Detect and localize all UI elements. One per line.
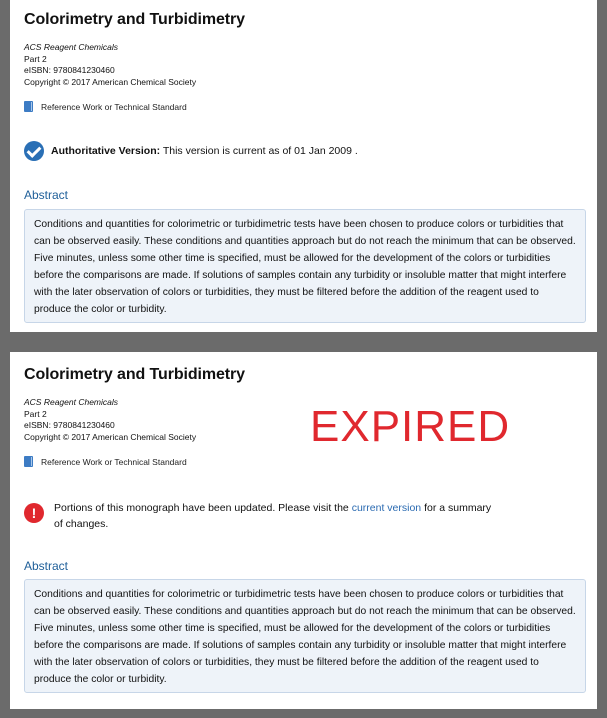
book-icon xyxy=(24,101,33,112)
abstract-text: Conditions and quantities for colorimetr… xyxy=(24,579,586,693)
record-metadata: ACS Reagent Chemicals Part 2 eISBN: 9780… xyxy=(24,397,196,443)
status-label: Authoritative Version: xyxy=(51,145,161,157)
record-metadata: ACS Reagent Chemicals Part 2 eISBN: 9780… xyxy=(24,42,196,88)
update-warning: ! Portions of this monograph have been u… xyxy=(24,500,494,532)
exclamation-circle-icon: ! xyxy=(24,503,44,523)
doc-type: Reference Work or Technical Standard xyxy=(24,101,187,112)
doc-type: Reference Work or Technical Standard xyxy=(24,456,187,467)
authoritative-status: Authoritative Version: This version is c… xyxy=(24,141,358,161)
bottom-record-panel: Colorimetry and Turbidimetry ACS Reagent… xyxy=(10,352,597,709)
page-title: Colorimetry and Turbidimetry xyxy=(24,11,245,28)
series-link[interactable]: ACS Reagent Chemicals xyxy=(24,42,196,54)
top-record-panel: Colorimetry and Turbidimetry ACS Reagent… xyxy=(10,0,597,332)
eisbn-label: eISBN: 9780841230460 xyxy=(24,420,115,430)
current-version-link[interactable]: current version xyxy=(352,502,421,514)
part-label: Part 2 xyxy=(24,53,47,64)
copyright-label: Copyright © 2017 American Chemical Socie… xyxy=(24,431,197,442)
status-text: Authoritative Version: This version is c… xyxy=(51,145,358,157)
warning-text: Portions of this monograph have been upd… xyxy=(54,500,494,532)
check-circle-icon xyxy=(24,141,44,161)
warning-before: Portions of this monograph have been upd… xyxy=(54,502,352,514)
copyright-label: Copyright © 2017 American Chemical Socie… xyxy=(24,76,197,87)
part-label: Part 2 xyxy=(24,408,47,419)
abstract-heading: Abstract xyxy=(24,188,69,202)
expired-label: EXPIRED xyxy=(310,402,511,451)
series-link[interactable]: ACS Reagent Chemicals xyxy=(24,397,196,409)
doc-type-label: Reference Work or Technical Standard xyxy=(41,101,187,112)
status-detail: This version is current as of 01 Jan 200… xyxy=(160,145,358,157)
abstract-text: Conditions and quantities for colorimetr… xyxy=(24,209,586,323)
book-icon xyxy=(24,456,33,467)
doc-type-label: Reference Work or Technical Standard xyxy=(41,456,187,467)
page-title: Colorimetry and Turbidimetry xyxy=(24,366,245,383)
eisbn-label: eISBN: 9780841230460 xyxy=(24,65,115,75)
abstract-heading: Abstract xyxy=(24,559,69,573)
